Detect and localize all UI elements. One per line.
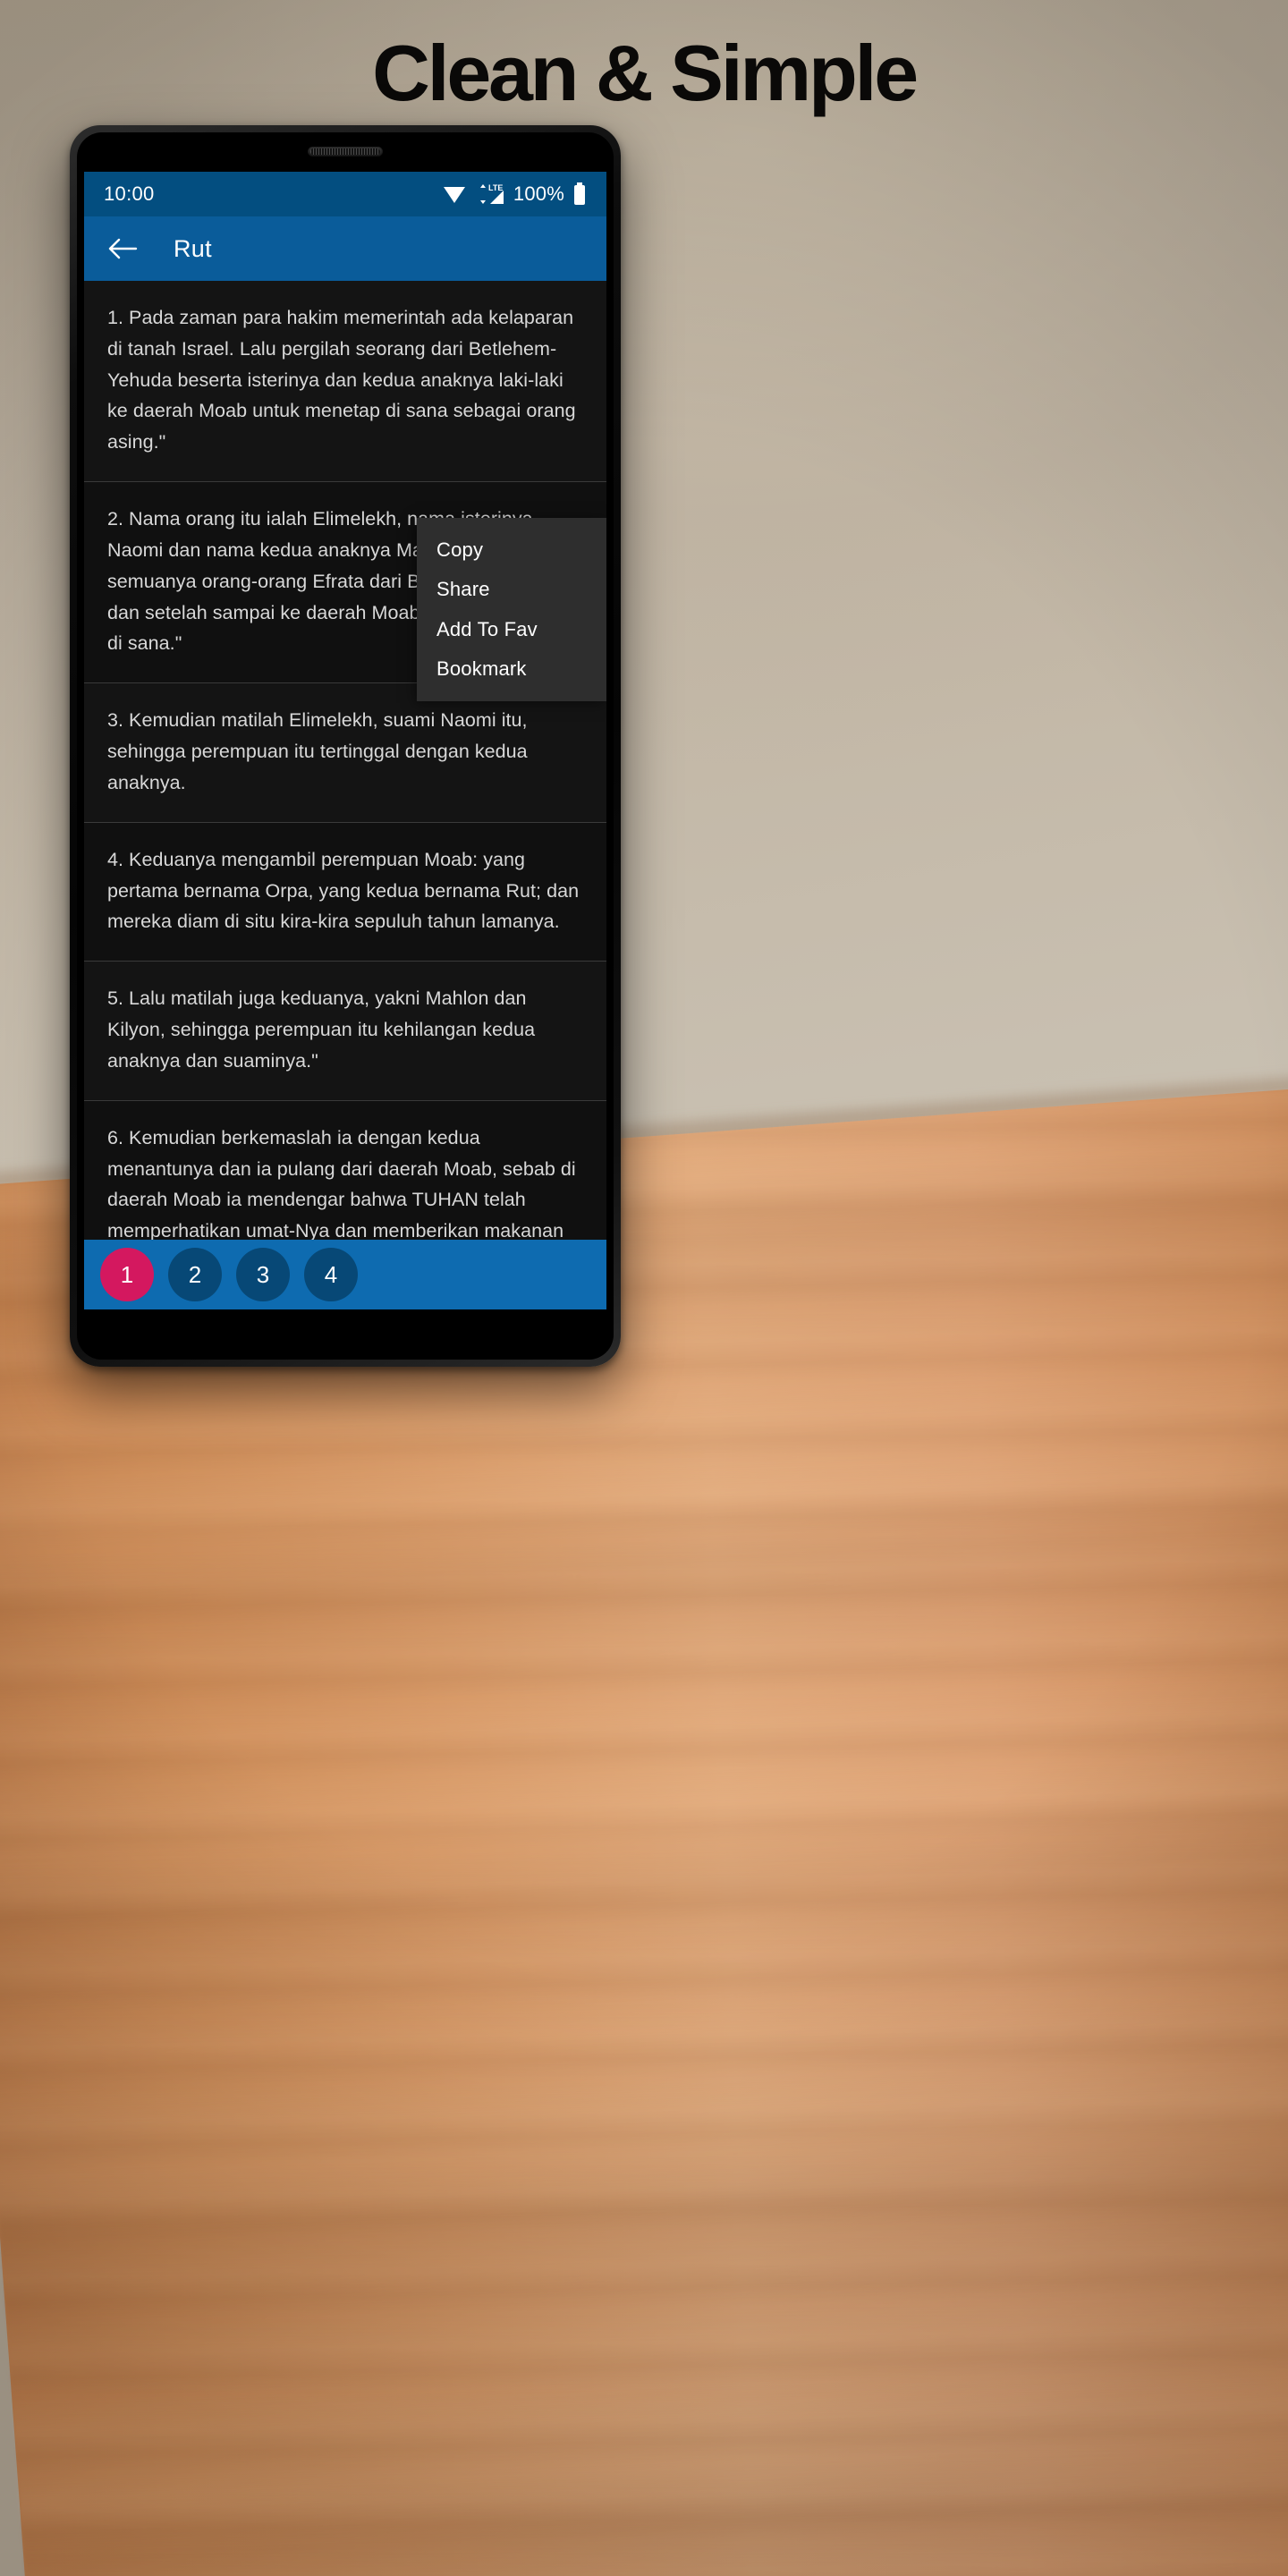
page-title: Clean & Simple	[372, 29, 919, 117]
earpiece-speaker-icon	[308, 147, 383, 157]
page-button-2[interactable]: 2	[168, 1248, 222, 1301]
status-bar: 10:00 LTE 100%	[84, 172, 606, 216]
wifi-icon	[443, 187, 465, 203]
phone-bottom-chin	[84, 1309, 606, 1360]
battery-percent-label: 100%	[513, 182, 564, 205]
context-menu-item-bookmark[interactable]: Bookmark	[417, 652, 606, 686]
app-bar-title: Rut	[174, 234, 212, 262]
page-button-3[interactable]: 3	[236, 1248, 290, 1301]
verse-item[interactable]: 6. Kemudian berkemaslah ia dengan kedua …	[84, 1100, 606, 1240]
app-bar: Rut	[84, 216, 606, 281]
verse-item[interactable]: 1. Pada zaman para hakim memerintah ada …	[84, 281, 606, 483]
status-bar-icons: LTE 100%	[442, 182, 587, 206]
phone-screen-bezel: 10:00 LTE 100% Rut 1. Pada zaman para ha…	[77, 132, 614, 1360]
svg-text:LTE: LTE	[488, 183, 503, 192]
page-button-4[interactable]: 4	[304, 1248, 358, 1301]
context-menu-item-share[interactable]: Share	[417, 572, 606, 606]
verse-item[interactable]: 5. Lalu matilah juga keduanya, yakni Mah…	[84, 962, 606, 1101]
speaker-grille	[310, 148, 380, 155]
phone-screen: 10:00 LTE 100% Rut 1. Pada zaman para ha…	[84, 172, 606, 1309]
verse-item[interactable]: 3. Kemudian matilah Elimelekh, suami Nao…	[84, 683, 606, 823]
context-menu-item-copy[interactable]: Copy	[417, 533, 606, 567]
status-bar-clock: 10:00	[104, 182, 155, 205]
pagination-bar: 1 2 3 4	[84, 1240, 606, 1309]
back-arrow-icon[interactable]	[107, 236, 138, 261]
page-button-1[interactable]: 1	[100, 1248, 154, 1301]
context-menu[interactable]: Copy Share Add To Fav Bookmark	[417, 518, 606, 701]
battery-icon	[574, 182, 585, 205]
verse-item[interactable]: 4. Keduanya mengambil perempuan Moab: ya…	[84, 822, 606, 962]
context-menu-item-add-to-fav[interactable]: Add To Fav	[417, 613, 606, 647]
verse-list[interactable]: 1. Pada zaman para hakim memerintah ada …	[84, 281, 606, 1240]
lte-signal-icon: LTE	[479, 183, 504, 204]
phone-device-frame: 10:00 LTE 100% Rut 1. Pada zaman para ha…	[70, 125, 621, 1367]
